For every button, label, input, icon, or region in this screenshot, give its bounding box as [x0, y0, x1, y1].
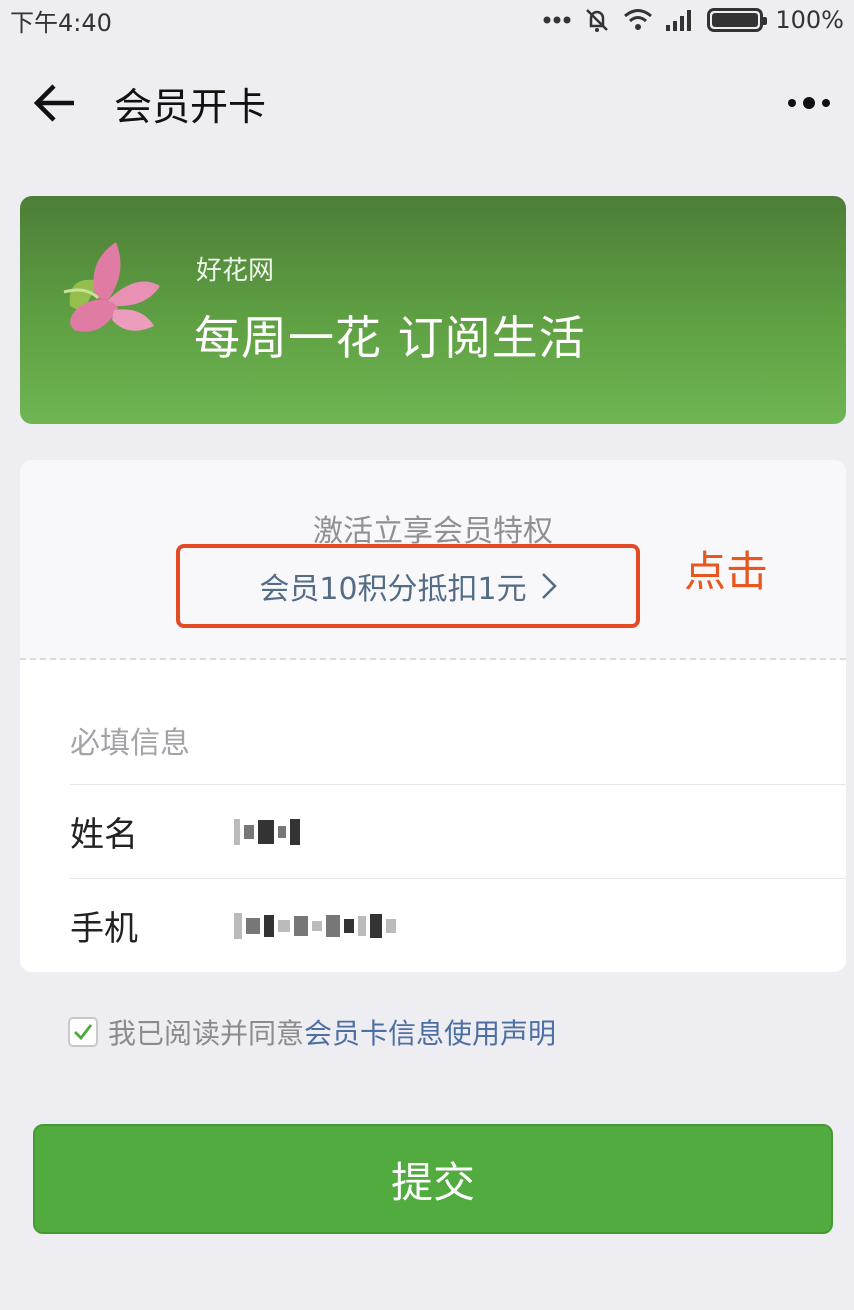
status-icons: 100%	[543, 6, 844, 34]
required-info-label: 必填信息	[70, 726, 190, 761]
mute-icon	[583, 6, 611, 34]
wifi-icon	[623, 8, 653, 32]
agreement-row: 我已阅读并同意 会员卡信息使用声明	[68, 1012, 556, 1052]
signal-icon	[665, 9, 695, 31]
privilege-link-label: 会员10积分抵扣1元	[259, 572, 527, 607]
page-title: 会员开卡	[114, 85, 267, 129]
more-dots-icon	[788, 97, 830, 109]
phone-field-value-redacted[interactable]	[234, 909, 396, 943]
arrow-left-icon	[33, 84, 74, 122]
phone-field-label: 手机	[70, 909, 138, 949]
membership-banner: 好花网 每周一花 订阅生活	[20, 196, 846, 424]
phone-field[interactable]: 手机	[70, 878, 846, 972]
nav-bar: 会员开卡	[0, 48, 854, 158]
name-field[interactable]: 姓名	[70, 784, 846, 878]
agreement-checkbox[interactable]	[68, 1017, 98, 1047]
privilege-link[interactable]: 会员10积分抵扣1元	[176, 544, 640, 628]
activation-card: 激活立享会员特权 会员10积分抵扣1元 必填信息 姓名 手机	[20, 460, 846, 972]
status-time: 下午4:40	[10, 8, 112, 37]
battery-level: 100%	[775, 6, 844, 34]
brand-name: 好花网	[196, 256, 275, 286]
dots-icon	[543, 15, 571, 25]
status-bar: 下午4:40 100%	[0, 0, 854, 40]
chevron-right-icon	[541, 573, 557, 599]
flower-logo-icon	[63, 242, 160, 332]
more-button[interactable]	[784, 88, 834, 118]
agreement-text: 我已阅读并同意	[108, 1017, 305, 1050]
click-annotation: 点击	[684, 547, 769, 596]
name-field-label: 姓名	[70, 815, 138, 855]
back-button[interactable]	[30, 78, 80, 128]
banner-slogan: 每周一花 订阅生活	[194, 311, 586, 365]
submit-button[interactable]: 提交	[33, 1124, 833, 1234]
agreement-link[interactable]: 会员卡信息使用声明	[304, 1012, 556, 1052]
battery-icon	[707, 8, 768, 32]
checkmark-icon	[74, 1024, 93, 1041]
name-field-value-redacted[interactable]	[234, 815, 300, 849]
